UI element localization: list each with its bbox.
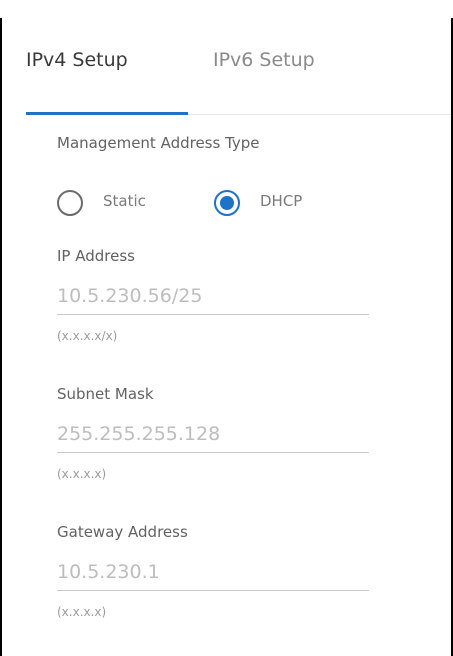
radio-static-label: Static: [103, 192, 146, 210]
ip-address-format-hint: (x.x.x.x/x): [57, 329, 118, 343]
tab-bar: IPv4 Setup IPv6 Setup: [26, 44, 451, 115]
ip-address-label: IP Address: [57, 247, 135, 265]
tab-ipv6-setup[interactable]: IPv6 Setup: [213, 44, 315, 114]
subnet-mask-field[interactable]: [57, 418, 369, 453]
gateway-address-label: Gateway Address: [57, 523, 188, 541]
gateway-address-format-hint: (x.x.x.x): [57, 605, 107, 619]
subnet-mask-format-hint: (x.x.x.x): [57, 467, 107, 481]
subnet-mask-label: Subnet Mask: [57, 385, 154, 403]
ip-address-field[interactable]: [57, 280, 369, 315]
radio-dhcp-label: DHCP: [260, 192, 303, 210]
subnet-mask-input[interactable]: [57, 418, 369, 450]
active-tab-indicator: [26, 112, 188, 115]
ipv4-setup-panel: IPv4 Setup IPv6 Setup Management Address…: [2, 18, 451, 656]
radio-selected-icon[interactable]: [214, 190, 240, 216]
tab-ipv4-setup[interactable]: IPv4 Setup: [26, 44, 128, 114]
management-address-type-label: Management Address Type: [57, 134, 260, 152]
gateway-address-field[interactable]: [57, 556, 369, 591]
gateway-address-input[interactable]: [57, 556, 369, 588]
radio-circle-icon[interactable]: [57, 190, 83, 216]
ip-address-input[interactable]: [57, 280, 369, 312]
